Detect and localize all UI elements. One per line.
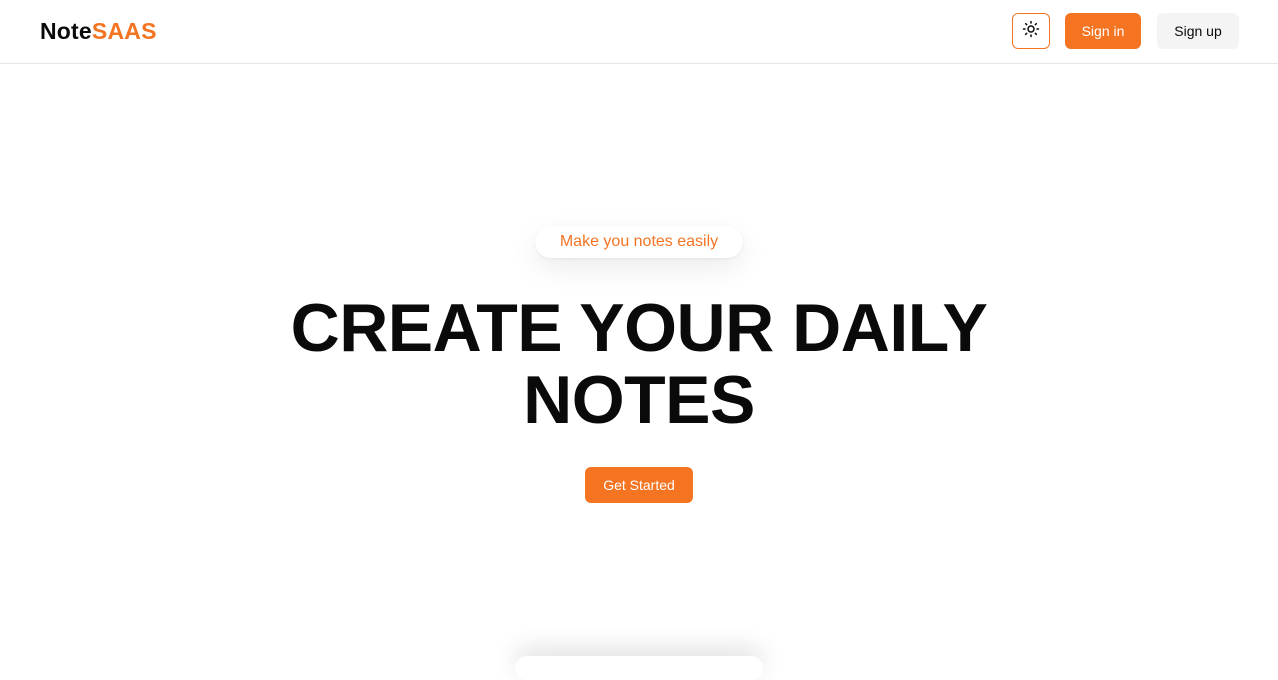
get-started-button[interactable]: Get Started bbox=[585, 467, 693, 503]
sun-icon bbox=[1022, 20, 1040, 43]
tagline-badge: Make you notes easily bbox=[535, 226, 743, 258]
hero-title: CREATE YOUR DAILY NOTES bbox=[290, 290, 988, 438]
logo-text-main: Note bbox=[40, 18, 92, 44]
sign-up-button[interactable]: Sign up bbox=[1157, 13, 1239, 49]
theme-toggle-button[interactable] bbox=[1012, 13, 1050, 49]
logo-text-accent: SAAS bbox=[91, 18, 157, 44]
sign-in-button[interactable]: Sign in bbox=[1065, 13, 1141, 49]
preview-card-edge bbox=[515, 656, 763, 680]
logo[interactable]: NoteSAAS bbox=[40, 17, 157, 45]
top-navbar: NoteSAAS Sign in Sign up bbox=[0, 0, 1278, 64]
